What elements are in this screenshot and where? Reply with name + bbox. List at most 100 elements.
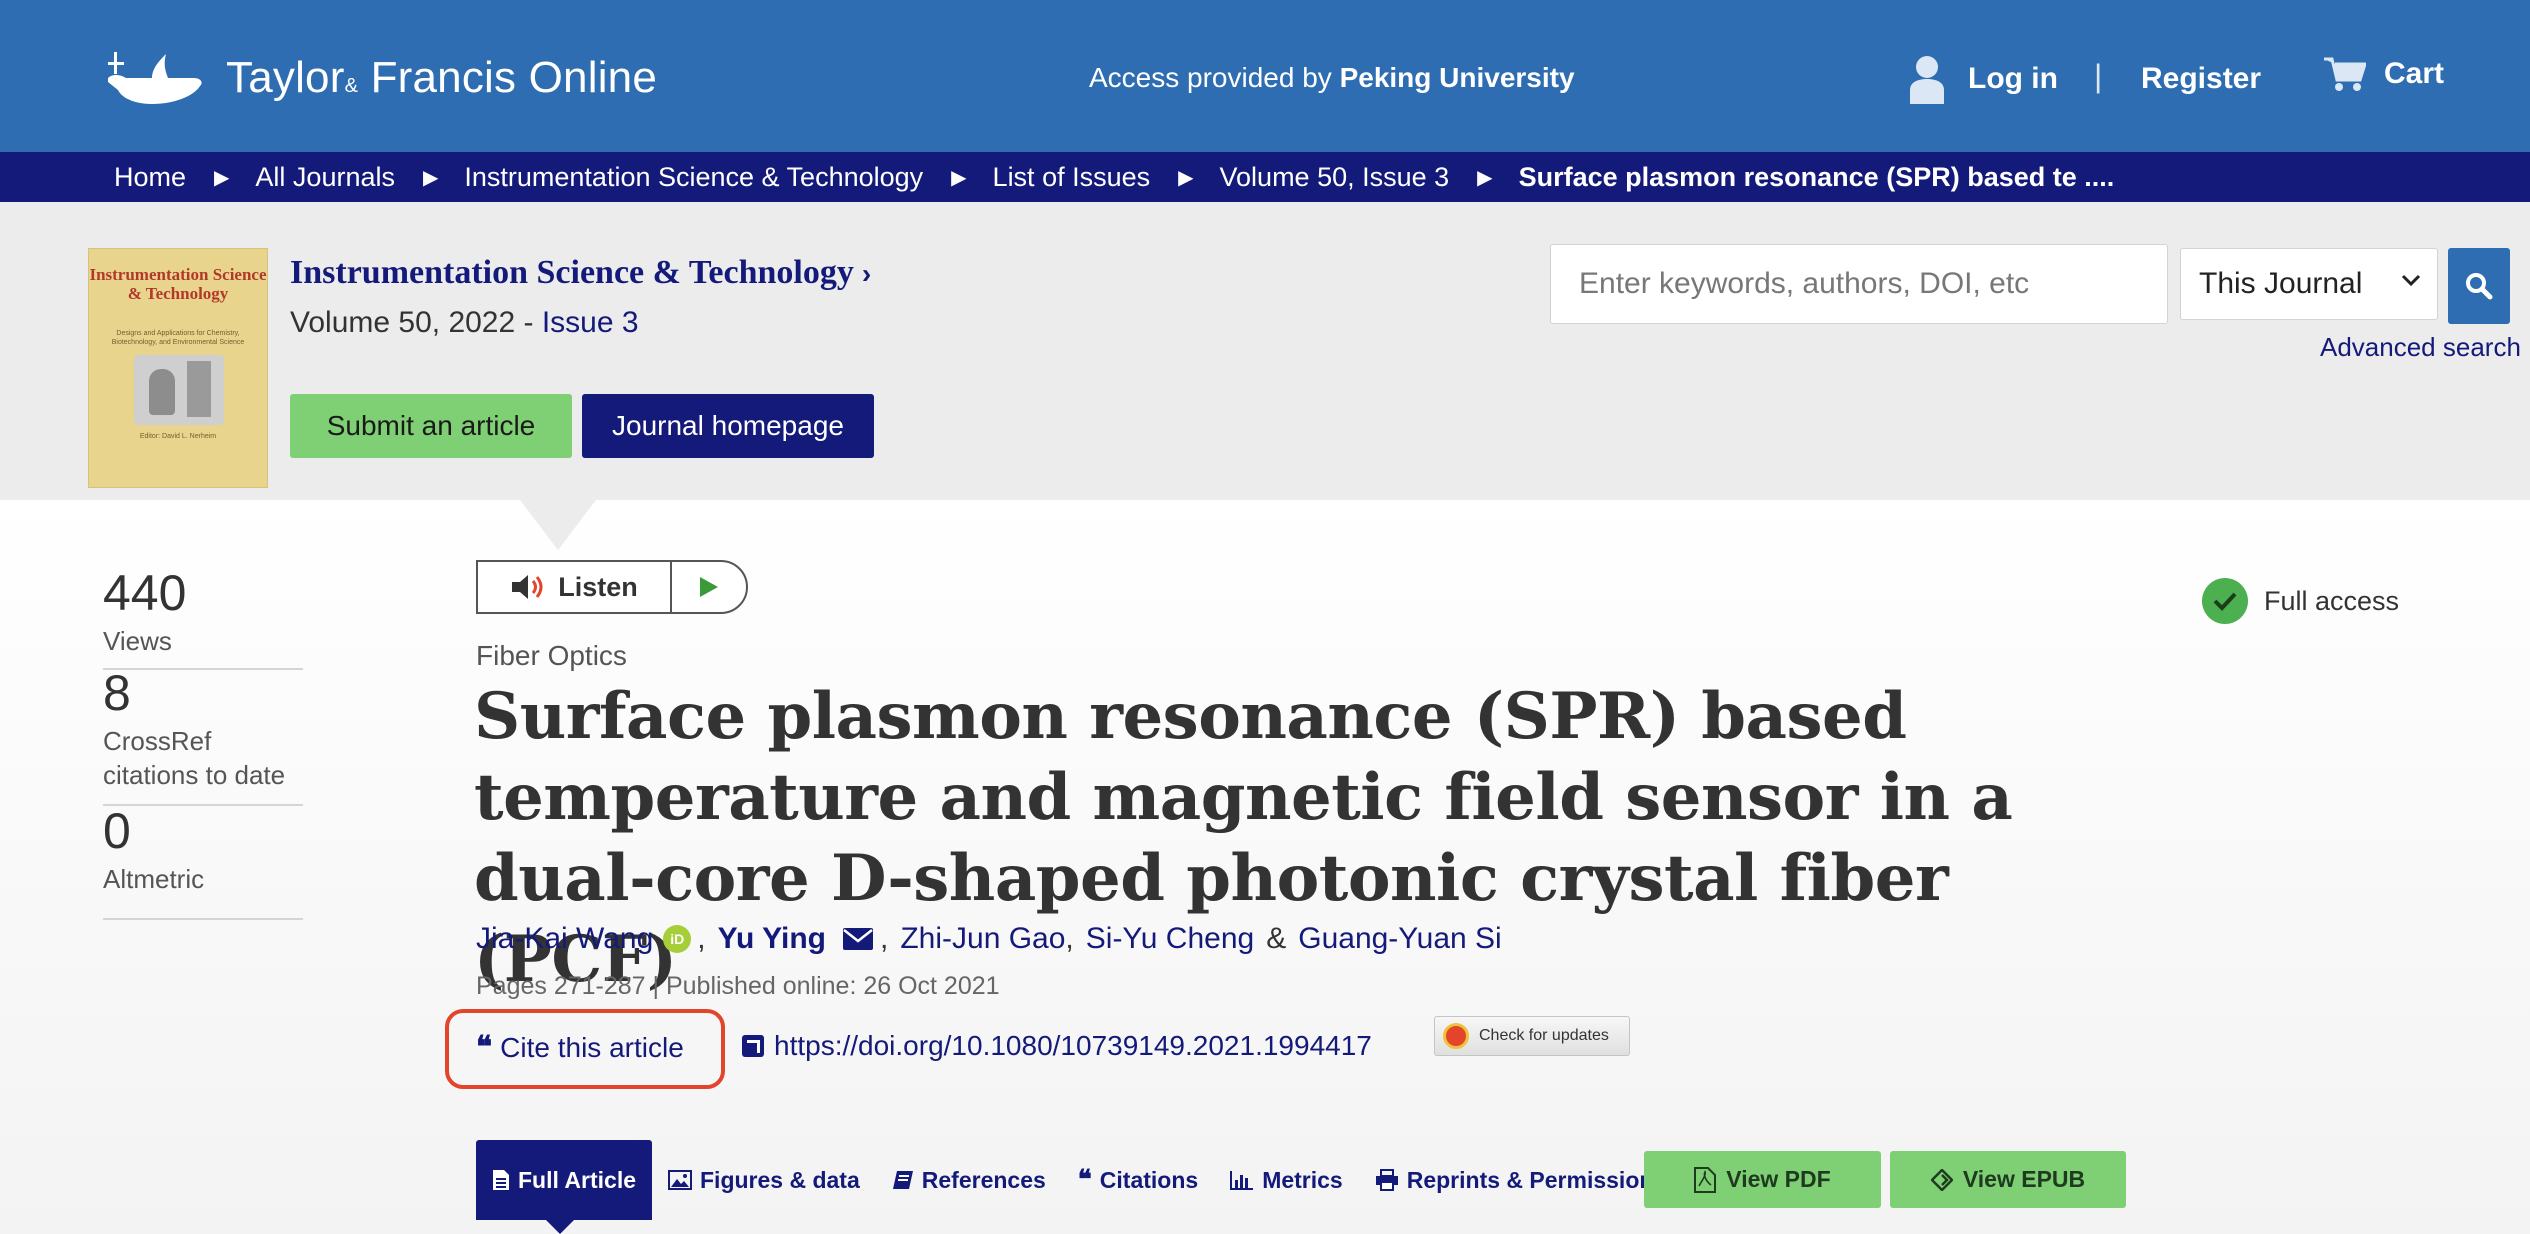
book-icon (892, 1170, 914, 1190)
breadcrumb-arrow-icon: ▶ (422, 166, 439, 189)
quote-icon: ❝ (476, 1030, 493, 1065)
checkmark-icon (2202, 578, 2248, 624)
site-header: Taylor& Francis Online Access provided b… (0, 0, 2530, 152)
breadcrumb-volume-issue[interactable]: Volume 50, Issue 3 (1220, 162, 1450, 193)
views-metric: 440 Views (103, 562, 303, 670)
doi-text: https://doi.org/10.1080/10739149.2021.19… (774, 1030, 1372, 1061)
cite-this-article-button[interactable]: ❝ Cite this article (476, 1030, 684, 1065)
register-link[interactable]: Register (2141, 62, 2261, 96)
institution-name: Peking University (1339, 62, 1575, 93)
listen-player: Listen (476, 560, 748, 614)
article-section-label: Fiber Optics (476, 640, 627, 671)
issue-link[interactable]: Issue 3 (542, 306, 639, 339)
author-ampersand: & (1266, 922, 1287, 955)
crossmark-icon (1443, 1023, 1469, 1049)
crossref-count: 8 (103, 665, 131, 721)
document-icon (492, 1169, 510, 1191)
author-link[interactable]: Guang-Yuan Si (1298, 922, 1501, 956)
breadcrumb-arrow-icon: ▶ (214, 166, 230, 189)
orcid-icon[interactable]: iD (663, 925, 692, 953)
tab-metrics[interactable]: Metrics (1214, 1140, 1359, 1220)
user-icon (1910, 56, 1944, 104)
access-provided-text: Access provided by Peking University (1089, 62, 1575, 93)
epub-icon (1930, 1168, 1953, 1191)
cite-label: Cite this article (500, 1031, 684, 1063)
cover-illustration-flask (149, 369, 175, 415)
publication-info: Pages 271-287 | Published online: 26 Oct… (476, 972, 1000, 1000)
cart-link[interactable]: Cart (2324, 56, 2444, 92)
cover-illustration-microscope (187, 361, 211, 417)
tab-citations[interactable]: ❝ Citations (1062, 1140, 1214, 1220)
author-list: Jia-Kai Wang iD , Yu Ying , Zhi-Jun Gao … (476, 922, 1502, 956)
image-icon (668, 1170, 692, 1190)
play-button[interactable] (672, 575, 746, 599)
bar-chart-icon (1230, 1170, 1254, 1190)
printer-icon (1375, 1169, 1399, 1191)
chevron-down-icon (2401, 274, 2421, 287)
pdf-icon (1694, 1166, 1717, 1193)
breadcrumb-journal[interactable]: Instrumentation Science & Technology (464, 162, 923, 193)
views-count: 440 (103, 565, 187, 621)
article-tabs: Full Article Figures & data References ❝… (476, 1140, 1682, 1234)
crossref-metric[interactable]: 8 CrossRef citations to date (103, 662, 303, 806)
external-link-icon (742, 1035, 764, 1057)
breadcrumb-all-journals[interactable]: All Journals (255, 162, 395, 193)
journal-title-link[interactable]: Instrumentation Science & Technology › (290, 254, 871, 292)
breadcrumb-arrow-icon: ▶ (1178, 166, 1194, 189)
search-button[interactable] (2448, 248, 2510, 324)
breadcrumb-list-of-issues[interactable]: List of Issues (993, 162, 1151, 193)
login-label: Log in (1968, 62, 2058, 95)
cart-icon (2324, 57, 2366, 91)
advanced-search-link[interactable]: Advanced search (2320, 332, 2521, 363)
crossref-label: CrossRef citations to date (103, 726, 286, 790)
author-link[interactable]: Si-Yu Cheng (1086, 922, 1254, 956)
altmetric-count: 0 (103, 803, 131, 859)
author-link[interactable]: Jia-Kai Wang (476, 922, 653, 956)
play-icon (700, 577, 718, 597)
taylor-francis-logo[interactable]: Taylor& Francis Online (104, 48, 657, 108)
breadcrumb-arrow-icon: ▶ (951, 166, 967, 189)
breadcrumb-current-article: Surface plasmon resonance (SPR) based te… (1518, 161, 2115, 192)
tab-reprints-permissions[interactable]: Reprints & Permissions (1359, 1140, 1682, 1220)
breadcrumb-arrow-icon: ▶ (1477, 166, 1493, 189)
login-link[interactable]: Log in (1908, 54, 2058, 104)
search-input[interactable] (1550, 244, 2168, 324)
doi-link[interactable]: https://doi.org/10.1080/10739149.2021.19… (742, 1030, 1372, 1062)
envelope-icon[interactable] (842, 927, 874, 951)
view-epub-button[interactable]: View EPUB (1890, 1151, 2126, 1208)
cover-subtitle: Designs and Applications for Chemistry, … (111, 330, 245, 346)
full-access-badge: Full access (2202, 578, 2399, 624)
view-pdf-button[interactable]: View PDF (1644, 1151, 1881, 1208)
chevron-right-icon: › (861, 258, 872, 289)
search-scope-select[interactable]: This Journal (2180, 248, 2438, 320)
author-link[interactable]: Yu Ying (718, 922, 826, 956)
cover-pointer-triangle (520, 500, 596, 550)
submit-article-button[interactable]: Submit an article (290, 394, 572, 458)
lamp-logo-icon (108, 52, 202, 104)
listen-button[interactable]: Listen (478, 562, 672, 612)
volume-info: Volume 50, 2022 - Issue 3 (290, 306, 639, 339)
cover-title: Instrumentation Science & Technology (89, 265, 267, 303)
check-for-updates-button[interactable]: Check for updates (1434, 1016, 1630, 1056)
search-icon (2466, 273, 2493, 300)
author-link[interactable]: Zhi-Jun Gao (900, 922, 1065, 956)
altmetric-metric[interactable]: 0 Altmetric (103, 800, 303, 920)
speaker-icon (512, 575, 543, 599)
journal-homepage-button[interactable]: Journal homepage (582, 394, 874, 458)
journal-cover-image[interactable]: Instrumentation Science & Technology Des… (88, 248, 268, 488)
cover-editor: Editor: David L. Nerheim (139, 433, 217, 440)
tab-full-article[interactable]: Full Article (476, 1140, 652, 1234)
quote-icon: ❝ (1077, 1165, 1092, 1195)
check-updates-label: Check for updates (1479, 1027, 1609, 1044)
search-scope-value: This Journal (2199, 267, 2363, 300)
logo-wordmark: Taylor& Francis Online (226, 53, 658, 102)
full-access-label: Full access (2264, 585, 2400, 616)
cart-label: Cart (2384, 57, 2445, 90)
breadcrumb-home[interactable]: Home (114, 162, 186, 193)
breadcrumb: Home ▶ All Journals ▶ Instrumentation Sc… (0, 152, 2530, 202)
tab-figures-data[interactable]: Figures & data (652, 1140, 876, 1220)
tab-references[interactable]: References (876, 1140, 1062, 1220)
header-separator: | (2094, 58, 2103, 94)
listen-label: Listen (558, 571, 638, 602)
altmetric-label: Altmetric (103, 864, 205, 894)
